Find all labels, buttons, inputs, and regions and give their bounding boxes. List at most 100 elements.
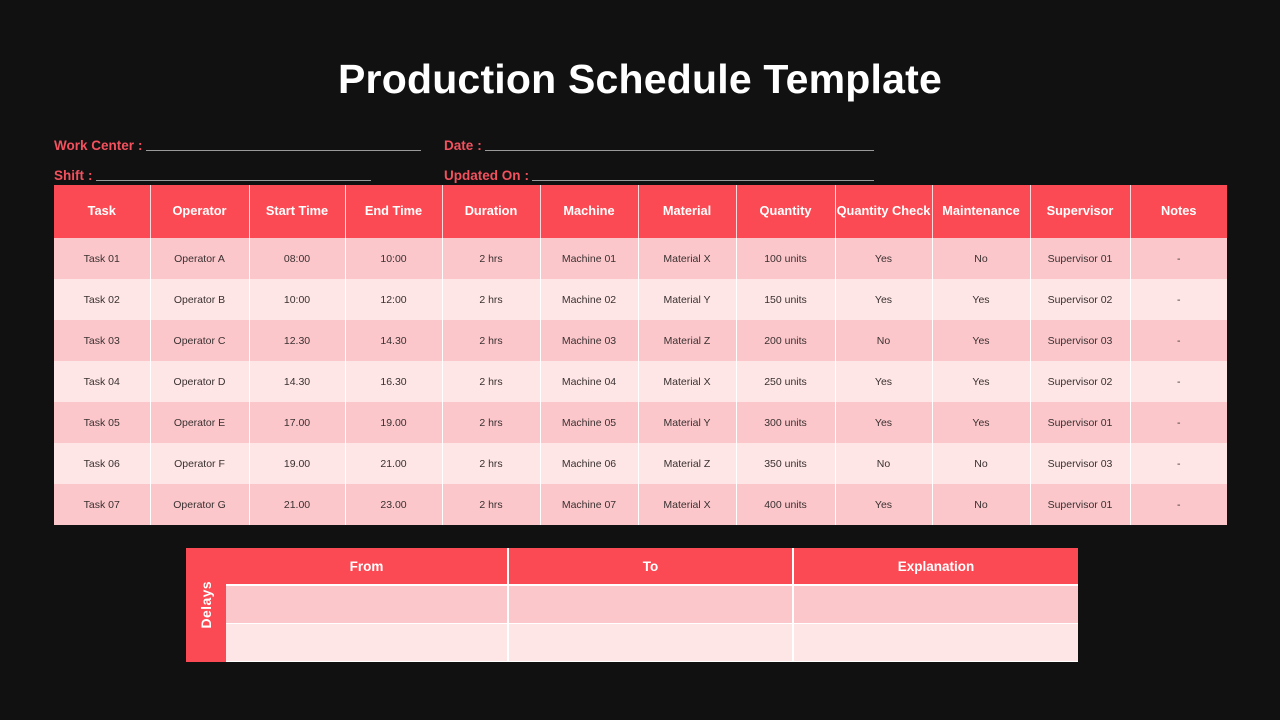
table-cell[interactable]: Task 07 <box>54 484 151 525</box>
delays-row[interactable] <box>226 585 1078 624</box>
schedule-col-header[interactable]: Start Time <box>249 185 346 238</box>
table-cell[interactable]: Machine 06 <box>540 443 639 484</box>
field-updated-on-input[interactable] <box>532 180 874 181</box>
table-cell[interactable]: - <box>1130 443 1227 484</box>
table-cell[interactable]: Supervisor 02 <box>1030 279 1131 320</box>
table-cell[interactable]: Task 01 <box>54 238 151 279</box>
table-cell[interactable]: 19.00 <box>249 443 346 484</box>
table-cell[interactable]: 16.30 <box>345 361 443 402</box>
field-shift[interactable]: Shift : <box>54 168 444 185</box>
table-cell[interactable]: 17.00 <box>249 402 346 443</box>
table-cell[interactable]: Operator A <box>150 238 250 279</box>
table-cell[interactable]: 14.30 <box>345 320 443 361</box>
table-cell[interactable]: Supervisor 02 <box>1030 361 1131 402</box>
field-shift-input[interactable] <box>95 180 371 181</box>
table-cell[interactable]: Machine 07 <box>540 484 639 525</box>
delays-cell[interactable] <box>226 585 509 624</box>
table-cell[interactable]: Yes <box>835 279 933 320</box>
delays-cell[interactable] <box>793 585 1078 624</box>
table-cell[interactable]: Task 05 <box>54 402 151 443</box>
table-cell[interactable]: 10:00 <box>249 279 346 320</box>
table-cell[interactable]: Operator G <box>150 484 250 525</box>
table-cell[interactable]: - <box>1130 402 1227 443</box>
table-cell[interactable]: Supervisor 01 <box>1030 402 1131 443</box>
table-cell[interactable]: Material X <box>638 238 737 279</box>
table-cell[interactable]: No <box>932 484 1031 525</box>
schedule-col-header[interactable]: Task <box>54 185 151 238</box>
schedule-col-header[interactable]: Material <box>638 185 737 238</box>
table-cell[interactable]: 2 hrs <box>442 484 541 525</box>
table-cell[interactable]: - <box>1130 238 1227 279</box>
table-cell[interactable]: 2 hrs <box>442 320 541 361</box>
table-cell[interactable]: 12.30 <box>249 320 346 361</box>
table-row[interactable]: Task 02 Operator B 10:00 12:00 2 hrs Machine … <box>54 279 1227 320</box>
delays-cell[interactable] <box>508 623 794 662</box>
table-cell[interactable]: 21.00 <box>249 484 346 525</box>
schedule-col-header[interactable]: Operator <box>150 185 250 238</box>
table-cell[interactable]: 19.00 <box>345 402 443 443</box>
table-cell[interactable]: Machine 05 <box>540 402 639 443</box>
field-date[interactable]: Date : <box>444 138 874 155</box>
field-work-center-input[interactable] <box>145 150 421 151</box>
table-cell[interactable]: Yes <box>835 402 933 443</box>
table-cell[interactable]: 150 units <box>736 279 836 320</box>
table-cell[interactable]: Supervisor 01 <box>1030 484 1131 525</box>
table-cell[interactable]: Machine 03 <box>540 320 639 361</box>
table-cell[interactable]: No <box>835 443 933 484</box>
table-cell[interactable]: Yes <box>835 361 933 402</box>
table-row[interactable]: Task 01 Operator A 08:00 10:00 2 hrs Machine … <box>54 238 1227 279</box>
field-updated-on[interactable]: Updated On : <box>444 168 874 185</box>
table-cell[interactable]: 10:00 <box>345 238 443 279</box>
table-cell[interactable]: 350 units <box>736 443 836 484</box>
table-cell[interactable]: - <box>1130 320 1227 361</box>
table-cell[interactable]: 2 hrs <box>442 279 541 320</box>
table-cell[interactable]: Yes <box>932 279 1031 320</box>
field-date-input[interactable] <box>484 150 874 151</box>
table-row[interactable]: Task 05 Operator E 17.00 19.00 2 hrs Machine … <box>54 402 1227 443</box>
table-cell[interactable]: Material X <box>638 361 737 402</box>
table-cell[interactable]: - <box>1130 361 1227 402</box>
table-cell[interactable]: Operator C <box>150 320 250 361</box>
table-cell[interactable]: No <box>835 320 933 361</box>
table-cell[interactable]: Machine 04 <box>540 361 639 402</box>
table-cell[interactable]: Supervisor 03 <box>1030 320 1131 361</box>
table-cell[interactable]: No <box>932 238 1031 279</box>
table-cell[interactable]: 12:00 <box>345 279 443 320</box>
table-cell[interactable]: Task 03 <box>54 320 151 361</box>
schedule-col-header[interactable]: End Time <box>345 185 443 238</box>
table-cell[interactable]: 400 units <box>736 484 836 525</box>
table-cell[interactable]: 23.00 <box>345 484 443 525</box>
table-cell[interactable]: 300 units <box>736 402 836 443</box>
table-cell[interactable]: Supervisor 01 <box>1030 238 1131 279</box>
table-cell[interactable]: - <box>1130 279 1227 320</box>
table-cell[interactable]: 08:00 <box>249 238 346 279</box>
table-cell[interactable]: Material Y <box>638 279 737 320</box>
table-cell[interactable]: Yes <box>932 361 1031 402</box>
field-work-center[interactable]: Work Center : <box>54 138 444 155</box>
schedule-col-header[interactable]: Duration <box>442 185 541 238</box>
table-cell[interactable]: Operator F <box>150 443 250 484</box>
delays-row[interactable] <box>226 623 1078 662</box>
table-cell[interactable]: Material Z <box>638 443 737 484</box>
schedule-col-header[interactable]: Maintenance <box>932 185 1031 238</box>
table-row[interactable]: Task 04 Operator D 14.30 16.30 2 hrs Machine … <box>54 361 1227 402</box>
schedule-col-header[interactable]: Supervisor <box>1030 185 1131 238</box>
table-cell[interactable]: 2 hrs <box>442 238 541 279</box>
schedule-col-header[interactable]: Notes <box>1130 185 1227 238</box>
table-cell[interactable]: Task 04 <box>54 361 151 402</box>
table-cell[interactable]: Machine 01 <box>540 238 639 279</box>
table-cell[interactable]: Yes <box>932 320 1031 361</box>
delays-col-header[interactable]: To <box>508 548 794 586</box>
table-cell[interactable]: 14.30 <box>249 361 346 402</box>
table-cell[interactable]: Yes <box>835 484 933 525</box>
table-cell[interactable]: Supervisor 03 <box>1030 443 1131 484</box>
table-cell[interactable]: 2 hrs <box>442 402 541 443</box>
table-cell[interactable]: - <box>1130 484 1227 525</box>
table-row[interactable]: Task 06 Operator F 19.00 21.00 2 hrs Machine … <box>54 443 1227 484</box>
table-cell[interactable]: Material X <box>638 484 737 525</box>
table-cell[interactable]: Task 06 <box>54 443 151 484</box>
table-cell[interactable]: Operator D <box>150 361 250 402</box>
table-cell[interactable]: Machine 02 <box>540 279 639 320</box>
table-cell[interactable]: 250 units <box>736 361 836 402</box>
schedule-col-header[interactable]: Machine <box>540 185 639 238</box>
